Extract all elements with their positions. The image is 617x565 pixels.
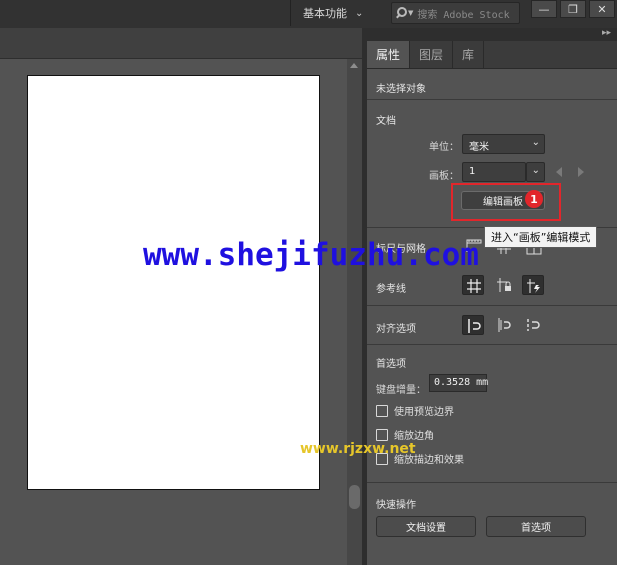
tab-libraries[interactable]: 库 <box>453 41 485 68</box>
artboard-dropdown-button[interactable]: ⌄ <box>526 162 545 182</box>
divider <box>367 99 617 100</box>
edit-artboards-label: 编辑画板 <box>483 197 523 208</box>
scroll-up-arrow-icon[interactable] <box>350 63 358 68</box>
snap-to-point-icon[interactable] <box>462 315 484 335</box>
smart-guides-icon[interactable] <box>522 275 544 295</box>
units-dropdown[interactable]: 毫米 ⌄ <box>462 134 545 154</box>
stock-search-field[interactable]: ▼ 搜索 Adobe Stock <box>391 2 520 24</box>
chevron-down-icon: ⌄ <box>531 165 540 176</box>
workspace-switcher[interactable]: 基本功能 ⌄ <box>290 0 371 26</box>
watermark-text: www.shejifuzhu.com <box>143 237 479 273</box>
step-marker: 1 <box>525 190 543 208</box>
scroll-thumb[interactable] <box>349 485 360 509</box>
no-selection-label: 未选择对象 <box>376 84 426 95</box>
restore-icon: ❐ <box>568 2 578 16</box>
chevron-down-icon: ⌄ <box>531 137 540 148</box>
search-icon <box>392 3 412 23</box>
lock-guides-icon[interactable] <box>493 275 515 295</box>
panel-header-strip: ▸▸ <box>367 28 617 41</box>
watermark-text-secondary: www.rjzxw.net <box>300 441 416 457</box>
workspace-label: 基本功能 <box>303 7 347 20</box>
artboard[interactable] <box>27 75 320 490</box>
checkbox-box[interactable] <box>376 404 388 417</box>
vertical-scrollbar[interactable] <box>347 59 362 565</box>
collapse-panels-icon[interactable]: ▸▸ <box>602 28 611 38</box>
tab-properties-label: 属性 <box>376 48 401 62</box>
minimize-button[interactable]: — <box>531 0 557 18</box>
divider <box>367 305 617 306</box>
document-tab-strip <box>0 28 362 59</box>
close-button[interactable]: ✕ <box>589 0 615 18</box>
restore-button[interactable]: ❐ <box>560 0 586 18</box>
preferences-button-label: 首选项 <box>521 523 551 534</box>
tab-properties[interactable]: 属性 <box>367 41 411 68</box>
divider <box>367 344 617 345</box>
scale-corners-label: 缩放边角 <box>394 431 434 442</box>
chevron-down-icon: ⌄ <box>355 7 364 19</box>
search-placeholder: 搜索 Adobe Stock <box>417 9 510 21</box>
show-guides-icon[interactable] <box>462 275 484 295</box>
artboard-number-field[interactable]: 1 <box>462 162 526 182</box>
application-bar: 基本功能 ⌄ ▼ 搜索 Adobe Stock — ❐ ✕ <box>0 0 617 28</box>
snap-to-pixel-icon[interactable] <box>493 315 515 335</box>
previous-artboard-icon[interactable] <box>556 167 562 177</box>
close-icon: ✕ <box>597 2 607 16</box>
properties-panel: 属性 图层 库 未选择对象 文档 单位： 毫米 ⌄ 画板： 1 ⌄ 编辑画板 1… <box>367 41 617 565</box>
units-label: 单位： <box>429 142 459 153</box>
units-value: 毫米 <box>469 142 489 153</box>
use-preview-bounds-label: 使用预览边界 <box>394 407 454 418</box>
artboard-value: 1 <box>469 166 476 177</box>
tab-layers-label: 图层 <box>419 48 444 62</box>
snap-options-label: 对齐选项 <box>376 324 416 335</box>
document-setup-label: 文档设置 <box>406 523 446 534</box>
scale-corners-checkbox[interactable]: 缩放边角 <box>376 427 434 442</box>
document-setup-button[interactable]: 文档设置 <box>376 516 476 537</box>
keyboard-increment-input[interactable]: 0.3528 mm <box>429 374 488 392</box>
keyboard-increment-label: 键盘增量： <box>376 385 426 396</box>
snap-to-glyph-icon[interactable] <box>522 315 544 335</box>
quick-actions-title: 快速操作 <box>376 500 416 511</box>
minimize-icon: — <box>538 2 550 16</box>
tab-libraries-label: 库 <box>462 48 475 62</box>
checkbox-box[interactable] <box>376 428 388 441</box>
tab-layers[interactable]: 图层 <box>410 41 454 68</box>
tooltip: 进入“画板”编辑模式 <box>484 226 598 248</box>
panel-tabs: 属性 图层 库 <box>367 41 617 69</box>
preferences-section-title: 首选项 <box>376 359 406 370</box>
artboard-label: 画板： <box>429 171 459 182</box>
divider <box>367 482 617 483</box>
use-preview-bounds-checkbox[interactable]: 使用预览边界 <box>376 403 454 418</box>
guides-label: 参考线 <box>376 284 406 295</box>
document-section-title: 文档 <box>376 116 396 127</box>
next-artboard-icon[interactable] <box>578 167 584 177</box>
preferences-button[interactable]: 首选项 <box>486 516 586 537</box>
